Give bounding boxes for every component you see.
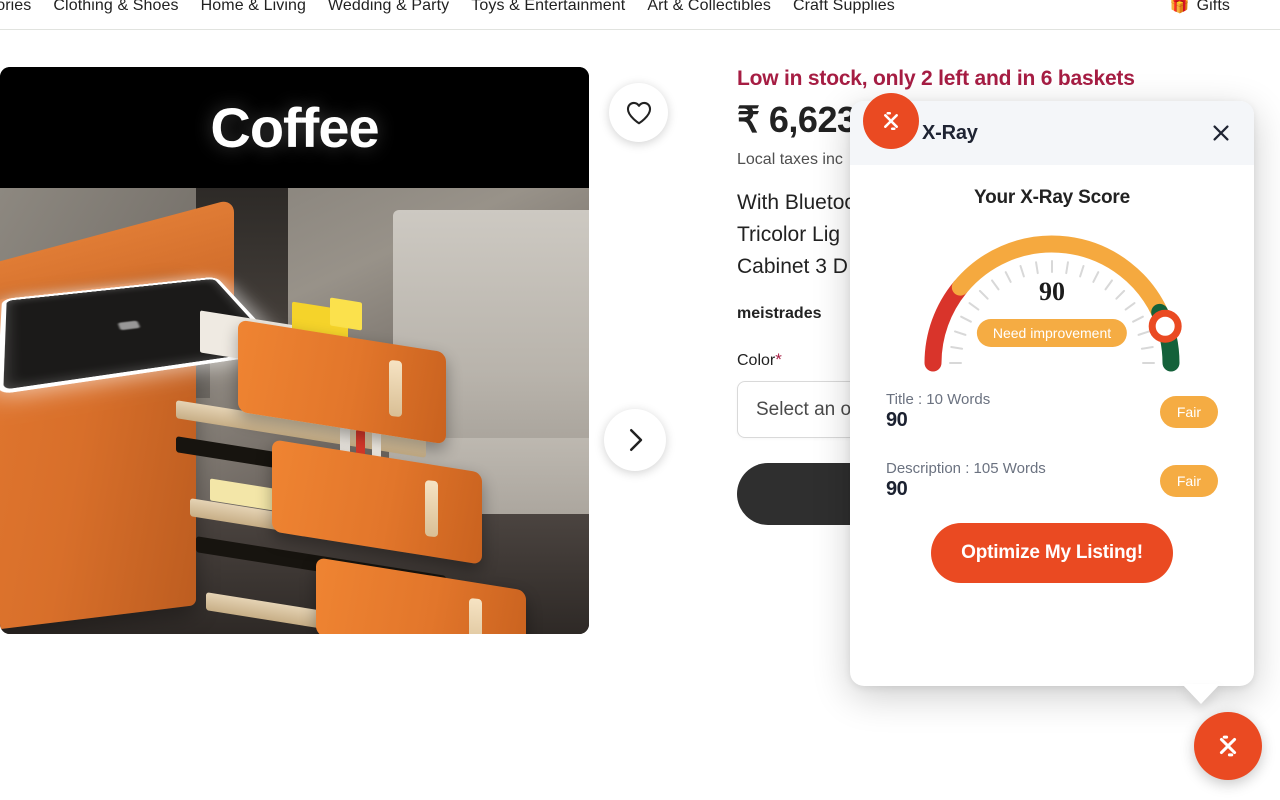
- xray-panel: X-Ray Your X-Ray Score 90 Need improveme…: [850, 93, 1254, 704]
- xray-floating-action-button[interactable]: [1194, 712, 1262, 780]
- metric-info: Title : 10 Words 90: [886, 391, 1160, 432]
- metric-rating-badge: Fair: [1159, 395, 1218, 428]
- gauge-value: 90: [1039, 277, 1065, 306]
- chevron-right-icon: [629, 429, 643, 451]
- close-icon: [1213, 125, 1229, 141]
- optimize-my-listing-button[interactable]: Optimize My Listing!: [931, 523, 1173, 583]
- metric-row-title: Title : 10 Words 90 Fair: [886, 391, 1218, 432]
- required-asterisk: *: [775, 350, 782, 369]
- nav-item-craft-supplies[interactable]: Craft Supplies: [793, 0, 895, 15]
- close-button[interactable]: [1208, 120, 1234, 146]
- xray-logo-icon: [1219, 735, 1237, 757]
- gallery-banner: Coffee: [0, 67, 589, 188]
- page-root: ssories Clothing & Shoes Home & Living W…: [0, 0, 1280, 800]
- metric-score: 90: [886, 478, 908, 500]
- xray-cta-area: Optimize My Listing!: [850, 523, 1254, 583]
- product-image-gallery[interactable]: Coffee: [0, 67, 589, 634]
- gift-icon: 🎁: [1169, 0, 1190, 14]
- nav-item-gifts[interactable]: 🎁 Gifts: [1170, 0, 1230, 15]
- xray-score-section: Your X-Ray Score 90 Need improvement: [850, 165, 1254, 373]
- product-photo: [0, 188, 589, 634]
- xray-score-gauge: 90 Need improvement: [906, 223, 1198, 373]
- metric-label: Title : 10 Words: [886, 391, 991, 408]
- nav-item-home-living[interactable]: Home & Living: [201, 0, 306, 15]
- gauge-marker: [1148, 309, 1182, 343]
- nav-item-clothing-shoes[interactable]: Clothing & Shoes: [53, 0, 178, 15]
- photo-contents: [330, 297, 362, 331]
- metric-row-description: Description : 105 Words 90 Fair: [886, 460, 1218, 501]
- color-select-value: Select an o: [756, 398, 852, 420]
- panel-pointer-tail: [1182, 684, 1220, 704]
- nav-item-wedding-party[interactable]: Wedding & Party: [328, 0, 449, 15]
- metric-label: Description : 105 Words: [886, 460, 1046, 477]
- nav-item-art-collectibles[interactable]: Art & Collectibles: [647, 0, 771, 15]
- xray-metrics-list: Title : 10 Words 90 Fair Description : 1…: [850, 373, 1254, 501]
- xray-panel-header: X-Ray: [850, 93, 1254, 165]
- xray-score-heading: Your X-Ray Score: [974, 187, 1130, 208]
- xray-panel-title: X-Ray: [922, 121, 978, 144]
- metric-rating-badge: Fair: [1159, 464, 1218, 497]
- nav-item-accessories[interactable]: ssories: [0, 0, 31, 15]
- stock-notice: Low in stock, only 2 left and in 6 baske…: [737, 67, 1135, 90]
- favorite-button[interactable]: [609, 83, 668, 142]
- next-image-button[interactable]: [604, 409, 666, 471]
- heart-icon: [626, 101, 651, 124]
- metric-info: Description : 105 Words 90: [886, 460, 1160, 501]
- category-navbar: ssories Clothing & Shoes Home & Living W…: [0, 0, 1280, 30]
- gauge-status-badge: Need improvement: [976, 319, 1128, 347]
- color-label-text: Color: [737, 352, 776, 369]
- gallery-banner-text: Coffee: [210, 96, 379, 159]
- nav-item-toys-entertainment[interactable]: Toys & Entertainment: [471, 0, 625, 15]
- xray-logo-icon: [863, 93, 919, 149]
- nav-item-gifts-label: Gifts: [1196, 0, 1230, 14]
- metric-score: 90: [886, 409, 908, 431]
